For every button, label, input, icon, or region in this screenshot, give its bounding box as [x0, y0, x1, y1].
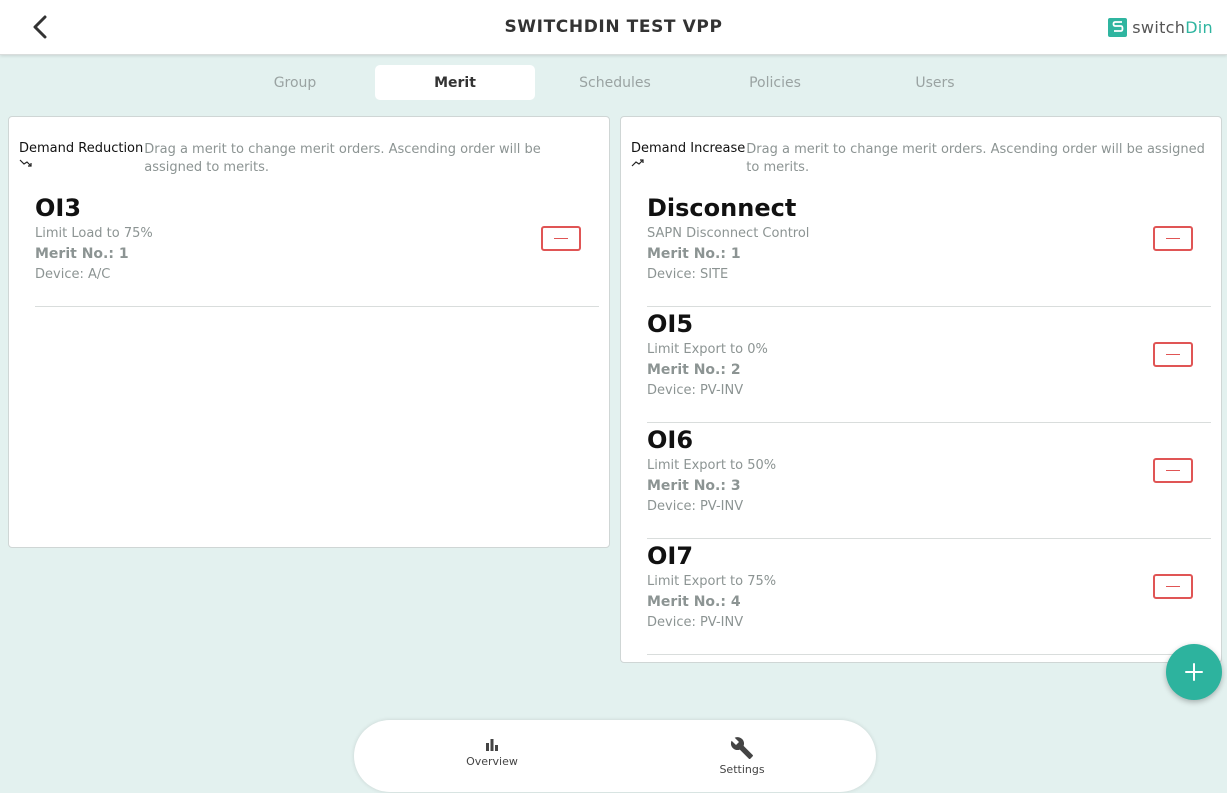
- panel-hint: Drag a merit to change merit orders. Asc…: [746, 142, 1205, 175]
- merit-device: Device: A/C: [35, 267, 111, 282]
- tab-bar: Group Merit Schedules Policies Users: [215, 65, 1015, 100]
- tab-merit[interactable]: Merit: [375, 65, 535, 100]
- merit-item[interactable]: OI7 Limit Export to 75% Merit No.: 4 Dev…: [647, 539, 1211, 655]
- remove-merit-button[interactable]: [1153, 574, 1193, 599]
- demand-reduction-panel: Demand Reduction Drag a merit to change …: [8, 116, 610, 548]
- tab-policies[interactable]: Policies: [695, 65, 855, 100]
- remove-merit-button[interactable]: [1153, 342, 1193, 367]
- merit-number: Merit No.: 3: [647, 478, 741, 494]
- app-header: SWITCHDIN TEST VPP switchDin: [0, 0, 1227, 55]
- merit-description: SAPN Disconnect Control: [647, 226, 810, 241]
- merit-description: Limit Export to 50%: [647, 458, 777, 473]
- merit-item[interactable]: OI3 Limit Load to 75% Merit No.: 1 Devic…: [35, 191, 599, 307]
- panel-title: Demand Reduction: [19, 141, 144, 156]
- panel-header: Demand Increase Drag a merit to change m…: [631, 141, 1211, 177]
- merit-list: OI3 Limit Load to 75% Merit No.: 1 Devic…: [35, 191, 599, 307]
- merit-device: Device: PV-INV: [647, 499, 744, 514]
- merit-number: Merit No.: 1: [35, 246, 129, 262]
- merit-description: Limit Load to 75%: [35, 226, 153, 241]
- tab-schedules[interactable]: Schedules: [535, 65, 695, 100]
- switchdin-logo: switchDin: [1108, 17, 1213, 37]
- nav-settings-label: Settings: [719, 763, 765, 776]
- merit-item[interactable]: OI5 Limit Export to 0% Merit No.: 2 Devi…: [647, 307, 1211, 423]
- merit-number: Merit No.: 4: [647, 594, 741, 610]
- plus-icon: [1185, 663, 1203, 681]
- minus-icon: [1166, 469, 1180, 472]
- merit-name: OI7: [647, 542, 694, 570]
- merit-description: Limit Export to 75%: [647, 574, 777, 589]
- remove-merit-button[interactable]: [1153, 226, 1193, 251]
- nav-overview-label: Overview: [466, 755, 518, 768]
- tab-users[interactable]: Users: [855, 65, 1015, 100]
- merit-description: Limit Export to 0%: [647, 342, 768, 357]
- wrench-icon: [730, 737, 753, 759]
- merit-device: Device: PV-INV: [647, 615, 744, 630]
- merit-number: Merit No.: 1: [647, 246, 741, 262]
- demand-increase-panel: Demand Increase Drag a merit to change m…: [620, 116, 1222, 663]
- panel-hint: Drag a merit to change merit orders. Asc…: [144, 142, 541, 175]
- switchdin-logo-icon: [1108, 17, 1128, 37]
- merit-list: Disconnect SAPN Disconnect Control Merit…: [647, 191, 1211, 655]
- merit-item[interactable]: OI6 Limit Export to 50% Merit No.: 3 Dev…: [647, 423, 1211, 539]
- minus-icon: [1166, 237, 1180, 240]
- remove-merit-button[interactable]: [1153, 458, 1193, 483]
- nav-overview[interactable]: Overview: [432, 736, 552, 768]
- minus-icon: [1166, 585, 1180, 588]
- bar-chart-icon: [486, 739, 498, 751]
- bottom-navigation: Overview Settings: [354, 720, 876, 792]
- merit-name: OI6: [647, 426, 694, 454]
- nav-settings[interactable]: Settings: [682, 736, 802, 776]
- merit-item[interactable]: Disconnect SAPN Disconnect Control Merit…: [647, 191, 1211, 307]
- trending-down-icon: [19, 159, 32, 167]
- add-merit-button[interactable]: [1166, 644, 1222, 700]
- merit-device: Device: PV-INV: [647, 383, 744, 398]
- trending-up-icon: [631, 159, 644, 167]
- minus-icon: [554, 237, 568, 240]
- panel-title: Demand Increase: [631, 141, 746, 156]
- minus-icon: [1166, 353, 1180, 356]
- remove-merit-button[interactable]: [541, 226, 581, 251]
- merit-name: OI5: [647, 310, 694, 338]
- tab-group[interactable]: Group: [215, 65, 375, 100]
- merit-name: OI3: [35, 194, 82, 222]
- panel-header: Demand Reduction Drag a merit to change …: [19, 141, 599, 177]
- merit-name: Disconnect: [647, 194, 797, 222]
- merit-device: Device: SITE: [647, 267, 729, 282]
- logo-wordmark: switchDin: [1132, 17, 1213, 37]
- page-title: SWITCHDIN TEST VPP: [504, 17, 723, 37]
- merit-number: Merit No.: 2: [647, 362, 741, 378]
